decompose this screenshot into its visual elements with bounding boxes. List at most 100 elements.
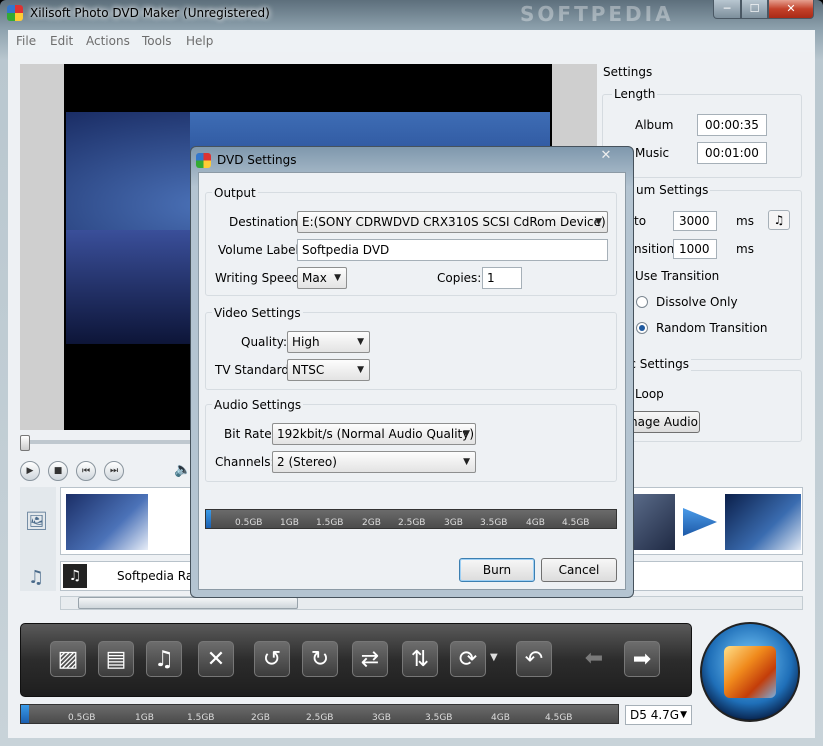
chevron-down-icon: ▼: [357, 337, 364, 347]
video-settings-title: Video Settings: [212, 306, 303, 320]
random-transition-radio[interactable]: [636, 322, 648, 334]
capacity-tick: 2GB: [251, 713, 270, 723]
rotate-left-icon[interactable]: ↺: [254, 641, 290, 677]
chevron-down-icon[interactable]: ▼: [490, 652, 498, 663]
quality-select[interactable]: High ▼: [287, 331, 370, 353]
maximize-button[interactable]: ☐: [741, 0, 768, 19]
bit-rate-select[interactable]: 192kbit/s (Normal Audio Quality) ▼: [272, 423, 476, 445]
duration-label: to: [634, 214, 647, 228]
menu-actions[interactable]: Actions: [86, 34, 130, 48]
delete-icon[interactable]: ✕: [198, 641, 234, 677]
menu-edit[interactable]: Edit: [50, 34, 73, 48]
writing-speed-select[interactable]: Max ▼: [297, 267, 347, 289]
dialog-close-button[interactable]: ✕: [593, 147, 619, 165]
disc-type-select[interactable]: D5 4.7G ▼: [625, 705, 692, 725]
burn-dialog-button[interactable]: Burn: [459, 558, 535, 582]
menu-help[interactable]: Help: [186, 34, 213, 48]
move-icon[interactable]: ⇅: [402, 641, 438, 677]
capacity-tick: 0.5GB: [68, 713, 96, 723]
dialog-capacity-tick: 2GB: [362, 518, 381, 528]
seek-thumb[interactable]: [20, 435, 30, 451]
photo-thumbnail[interactable]: [631, 494, 675, 550]
close-button[interactable]: ✕: [768, 0, 814, 19]
album-length-field[interactable]: 00:00:35: [697, 114, 767, 136]
capacity-tick: 3GB: [372, 713, 391, 723]
transition-icon[interactable]: ⟳: [450, 641, 486, 677]
add-folder-icon[interactable]: ▤: [98, 641, 134, 677]
app-icon: [7, 5, 23, 21]
stop-icon[interactable]: ■: [48, 461, 68, 481]
play-icon[interactable]: ▶: [20, 461, 40, 481]
track-sidebar: 🖼 ♫: [20, 487, 56, 591]
bit-rate-value: 192kbit/s (Normal Audio Quality): [277, 427, 475, 441]
rotate-right-icon[interactable]: ↻: [302, 641, 338, 677]
arrow-left-icon[interactable]: ⬅: [576, 641, 612, 677]
burn-disc-icon[interactable]: [724, 646, 776, 698]
window-title: Xilisoft Photo DVD Maker (Unregistered): [30, 6, 270, 20]
album-label: Album: [635, 118, 674, 132]
cancel-button[interactable]: Cancel: [541, 558, 617, 582]
undo-icon[interactable]: ↶: [516, 641, 552, 677]
channels-value: 2 (Stereo): [277, 455, 337, 469]
capacity-tick: 4GB: [491, 713, 510, 723]
arrow-right-icon[interactable]: ➡: [624, 641, 660, 677]
add-music-icon[interactable]: ♫: [146, 641, 182, 677]
dialog-capacity-tick: 4.5GB: [562, 518, 590, 528]
quality-value: High: [292, 335, 320, 349]
menu-tools[interactable]: Tools: [142, 34, 172, 48]
dialog-capacity-fill: [206, 510, 211, 528]
photo-track-icon: 🖼: [25, 511, 48, 532]
dialog-capacity-tick: 0.5GB: [235, 518, 263, 528]
loop-checkbox[interactable]: Loop: [635, 387, 664, 401]
next-icon[interactable]: ⏭: [104, 461, 124, 481]
minimize-button[interactable]: ─: [713, 0, 741, 19]
volume-label-input[interactable]: Softpedia DVD: [297, 239, 608, 261]
title-bar: Xilisoft Photo DVD Maker (Unregistered) …: [0, 0, 823, 28]
use-transition-checkbox[interactable]: Use Transition: [635, 269, 719, 283]
music-note-icon[interactable]: ♫: [768, 210, 790, 230]
music-settings-title: ic Settings: [624, 357, 691, 371]
photo-thumbnail[interactable]: [66, 494, 148, 550]
previous-icon[interactable]: ⏮: [76, 461, 96, 481]
chevron-down-icon: ▼: [463, 457, 470, 467]
dialog-app-icon: [196, 153, 211, 168]
swap-icon[interactable]: ⇄: [352, 641, 388, 677]
channels-label: Channels:: [215, 455, 275, 469]
dialog-title: DVD Settings: [217, 153, 297, 167]
copies-label: Copies:: [437, 271, 482, 285]
audio-clip-label[interactable]: Softpedia Rad: [117, 569, 201, 583]
music-track-icon: ♫: [28, 567, 45, 588]
volume-icon[interactable]: 🔈: [174, 462, 191, 478]
writing-speed-label: Writing Speed:: [215, 271, 304, 285]
dialog-capacity-tick: 2.5GB: [398, 518, 426, 528]
capacity-tick: 4.5GB: [545, 713, 573, 723]
dialog-capacity-tick: 1GB: [280, 518, 299, 528]
dissolve-only-radio[interactable]: [636, 296, 648, 308]
random-transition-label: Random Transition: [656, 321, 768, 335]
destination-select[interactable]: E:(SONY CDRWDVD CRX310S SCSI CdRom Devic…: [297, 211, 608, 233]
duration-unit: ms: [736, 214, 754, 228]
add-photo-icon[interactable]: ▨: [50, 641, 86, 677]
bit-rate-label: Bit Rate:: [224, 427, 276, 441]
destination-value: E:(SONY CDRWDVD CRX310S SCSI CdRom Devic…: [302, 215, 606, 229]
menu-file[interactable]: File: [16, 34, 36, 48]
dialog-capacity-tick: 3GB: [444, 518, 463, 528]
disc-type-value: D5 4.7G: [630, 708, 680, 722]
length-title: Length: [612, 87, 658, 101]
manage-audio-button[interactable]: nage Audio: [628, 411, 700, 433]
video-settings-group: [205, 312, 617, 390]
transition-spinner[interactable]: 1000: [673, 239, 717, 259]
channels-select[interactable]: 2 (Stereo) ▼: [272, 451, 476, 473]
duration-spinner[interactable]: 3000: [673, 211, 717, 231]
photo-thumbnail[interactable]: [725, 494, 801, 550]
capacity-tick: 3.5GB: [425, 713, 453, 723]
copies-spinner[interactable]: 1: [482, 267, 522, 289]
scrollbar-thumb[interactable]: [78, 597, 298, 609]
tv-standard-select[interactable]: NTSC ▼: [287, 359, 370, 381]
transition-arrow-icon[interactable]: [683, 508, 717, 536]
dissolve-only-label: Dissolve Only: [656, 295, 738, 309]
menu-bar: File Edit Actions Tools Help: [8, 30, 815, 52]
chevron-down-icon: ▼: [680, 710, 687, 720]
music-length-field[interactable]: 00:01:00: [697, 142, 767, 164]
chevron-down-icon: ▼: [334, 273, 341, 283]
